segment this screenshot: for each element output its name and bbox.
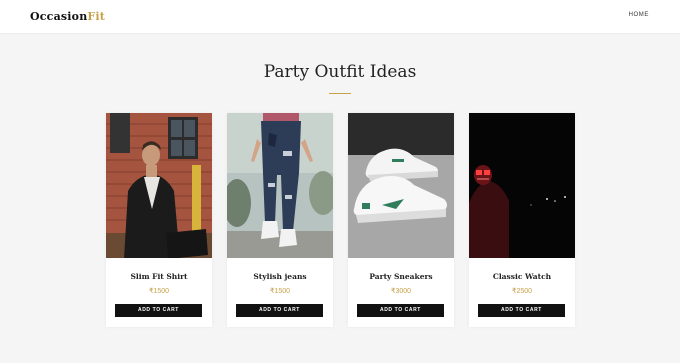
nav-home-link[interactable]: HOME xyxy=(629,12,649,18)
page-title: Party Outfit Ideas xyxy=(263,62,417,82)
product-price: ₹2500 xyxy=(511,288,533,295)
product-name: Stylish jeans xyxy=(253,272,307,281)
add-to-cart-button[interactable]: ADD TO CART xyxy=(236,304,323,317)
product-price: ₹1500 xyxy=(148,288,170,295)
product-card: Party Sneakers ₹3000 ADD TO CART xyxy=(348,113,454,327)
product-name: Slim Fit Shirt xyxy=(130,272,188,281)
product-name: Classic Watch xyxy=(492,272,552,281)
add-to-cart-button[interactable]: ADD TO CART xyxy=(115,304,202,317)
brand-name-main: Occasion xyxy=(30,10,88,23)
brand-name-accent: Fit xyxy=(87,10,106,23)
man-leather-jacket-photo xyxy=(106,113,212,258)
product-price: ₹1500 xyxy=(269,288,291,295)
navbar: OccasionFit HOME xyxy=(0,0,680,34)
add-to-cart-button[interactable]: ADD TO CART xyxy=(357,304,444,317)
white-sneakers-photo xyxy=(348,113,454,258)
title-divider xyxy=(329,93,351,94)
product-image[interactable] xyxy=(469,113,575,258)
product-card: Stylish jeans ₹1500 ADD TO CART xyxy=(227,113,333,327)
dark-led-mask-photo xyxy=(469,113,575,258)
product-image[interactable] xyxy=(227,113,333,258)
product-image[interactable] xyxy=(106,113,212,258)
add-to-cart-button[interactable]: ADD TO CART xyxy=(478,304,565,317)
product-name: Party Sneakers xyxy=(369,272,433,281)
product-price: ₹3000 xyxy=(390,288,412,295)
brand-logo[interactable]: OccasionFit xyxy=(30,10,105,23)
product-image[interactable] xyxy=(348,113,454,258)
product-card: Slim Fit Shirt ₹1500 ADD TO CART xyxy=(106,113,212,327)
ripped-jeans-photo xyxy=(227,113,333,258)
product-card: Classic Watch ₹2500 ADD TO CART xyxy=(469,113,575,327)
